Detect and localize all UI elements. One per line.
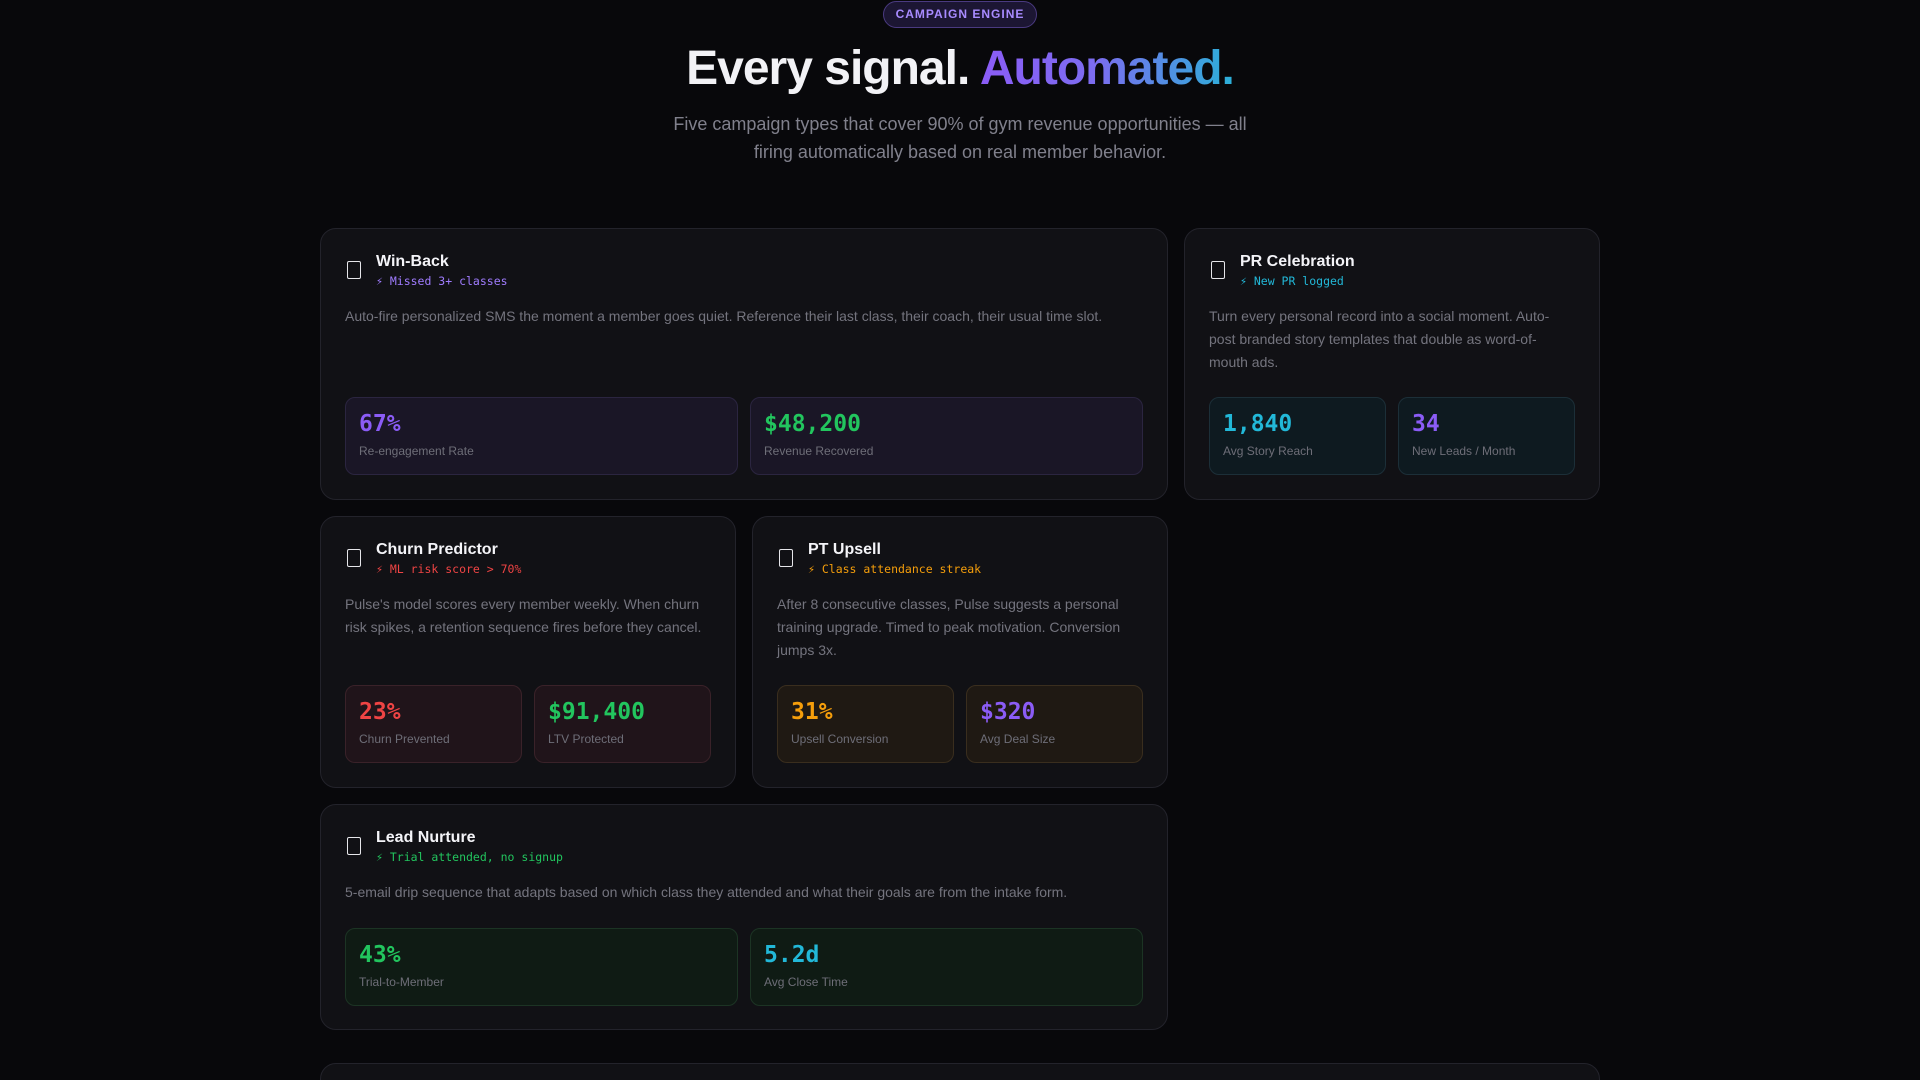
stat-avg-deal-size: $320 Avg Deal Size <box>966 685 1143 763</box>
stat-value: 31% <box>791 699 833 725</box>
card-title: Churn Predictor <box>376 541 498 558</box>
stat-value: 43% <box>359 942 401 968</box>
campaign-card-winback[interactable]: Win-Back ⚡ Missed 3+ classes Auto-fire p… <box>320 228 1168 500</box>
stat-label: New Leads / Month <box>1412 444 1516 458</box>
stat-label: Re-engagement Rate <box>359 444 474 458</box>
card-trigger: ⚡ Missed 3+ classes <box>376 274 508 288</box>
hero-section: CAMPAIGN ENGINE Every signal. Automated.… <box>0 0 1920 166</box>
stat-label: Avg Story Reach <box>1223 444 1313 458</box>
stat-value: $48,200 <box>764 411 861 437</box>
campaign-card-lead-nurture[interactable]: Lead Nurture ⚡ Trial attended, no signup… <box>320 804 1168 1030</box>
card-description: Auto-fire personalized SMS the moment a … <box>345 308 1103 324</box>
campaign-card-pt-upsell[interactable]: PT Upsell ⚡ Class attendance streak Afte… <box>752 516 1168 788</box>
stat-trial-to-member: 43% Trial-to-Member <box>345 928 738 1006</box>
title-plain: Every signal. <box>686 42 970 95</box>
stat-avg-close-time: 5.2d Avg Close Time <box>750 928 1143 1006</box>
stat-label: Churn Prevented <box>359 732 450 746</box>
card-trigger: ⚡ Class attendance streak <box>808 562 982 576</box>
card-title: Win-Back <box>376 253 449 270</box>
stat-value: $320 <box>980 699 1036 725</box>
stat-value: 23% <box>359 699 401 725</box>
rectangle-icon <box>1211 261 1225 279</box>
stat-value: 67% <box>359 411 401 437</box>
stat-upsell-conversion: 31% Upsell Conversion <box>777 685 954 763</box>
stat-new-leads: 34 New Leads / Month <box>1398 397 1575 475</box>
page-subtitle: Five campaign types that cover 90% of gy… <box>673 114 1247 162</box>
stat-label: LTV Protected <box>548 732 624 746</box>
campaign-card-churn-predictor[interactable]: Churn Predictor ⚡ ML risk score > 70% Pu… <box>320 516 736 788</box>
card-trigger: ⚡ ML risk score > 70% <box>376 562 522 576</box>
next-section-card <box>320 1063 1600 1080</box>
stat-ltv-protected: $91,400 LTV Protected <box>534 685 711 763</box>
page-title: Every signal. Automated. <box>0 42 1920 96</box>
rectangle-icon <box>347 261 361 279</box>
card-trigger: ⚡ New PR logged <box>1240 274 1344 288</box>
section-badge: CAMPAIGN ENGINE <box>882 1 1038 28</box>
stat-label: Avg Close Time <box>764 975 848 989</box>
stat-story-reach: 1,840 Avg Story Reach <box>1209 397 1386 475</box>
card-title: PR Celebration <box>1240 253 1355 270</box>
card-title: Lead Nurture <box>376 829 476 846</box>
campaign-card-pr-celebration[interactable]: PR Celebration ⚡ New PR logged Turn ever… <box>1184 228 1600 500</box>
card-description: Turn every personal record into a social… <box>1209 308 1550 370</box>
card-title: PT Upsell <box>808 541 881 558</box>
stat-churn-prevented: 23% Churn Prevented <box>345 685 522 763</box>
card-description: After 8 consecutive classes, Pulse sugge… <box>777 596 1121 658</box>
stat-value: 34 <box>1412 411 1440 437</box>
stat-label: Avg Deal Size <box>980 732 1056 746</box>
stat-revenue-recovered: $48,200 Revenue Recovered <box>750 397 1143 475</box>
rectangle-icon <box>779 549 793 567</box>
stat-reengagement: 67% Re-engagement Rate <box>345 397 738 475</box>
stat-label: Revenue Recovered <box>764 444 874 458</box>
card-trigger: ⚡ Trial attended, no signup <box>376 850 563 864</box>
card-description: Pulse's model scores every member weekly… <box>345 596 702 635</box>
stat-label: Upsell Conversion <box>791 732 889 746</box>
stat-value: 5.2d <box>764 942 820 968</box>
stat-label: Trial-to-Member <box>359 975 444 989</box>
rectangle-icon <box>347 549 361 567</box>
stat-value: 1,840 <box>1223 411 1293 437</box>
rectangle-icon <box>347 837 361 855</box>
card-description: 5-email drip sequence that adapts based … <box>345 884 1068 900</box>
title-accent: Automated. <box>979 42 1235 95</box>
stat-value: $91,400 <box>548 699 645 725</box>
